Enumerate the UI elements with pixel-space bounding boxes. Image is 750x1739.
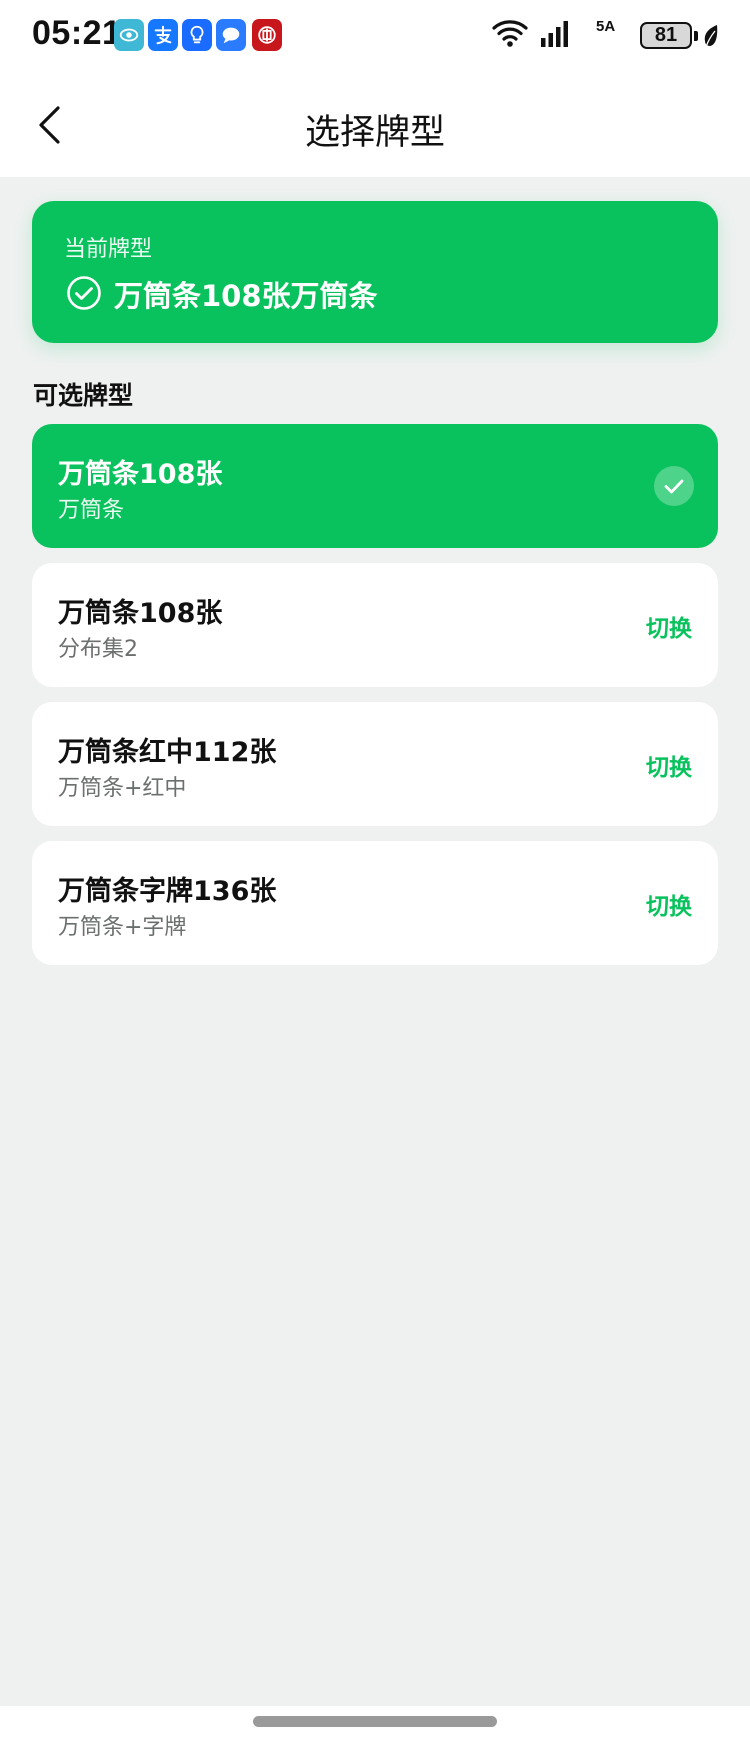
wifi-icon [492, 20, 528, 47]
switch-button[interactable]: 切换 [646, 887, 692, 921]
gesture-bar [0, 1706, 750, 1739]
eye-app-icon [114, 19, 144, 51]
switch-button[interactable]: 切换 [646, 609, 692, 643]
network-type-label: 5A [596, 18, 616, 35]
option-subtitle: 万筒条+字牌 [58, 915, 187, 940]
app-header: 选择牌型 [0, 72, 750, 177]
option-subtitle: 万筒条+红中 [58, 776, 187, 801]
bank-app-icon [252, 19, 282, 51]
current-type-label: 当前牌型 [64, 237, 153, 262]
current-type-value: 万筒条108张万筒条 [114, 279, 378, 313]
option-name: 万筒条字牌136张 [58, 876, 277, 907]
option-item[interactable]: 万筒条108张 分布集2 切换 [32, 563, 718, 687]
option-name: 万筒条红中112张 [58, 737, 277, 768]
switch-button[interactable]: 切换 [646, 748, 692, 782]
leaf-icon [704, 25, 718, 48]
option-name: 万筒条108张 [58, 459, 223, 490]
option-item[interactable]: 万筒条字牌136张 万筒条+字牌 切换 [32, 841, 718, 965]
bulb-app-icon [182, 19, 212, 51]
current-type-card: 当前牌型 万筒条108张万筒条 [32, 201, 718, 343]
selected-check-icon [654, 466, 694, 506]
status-time: 05:21 [32, 14, 122, 52]
option-subtitle: 万筒条 [58, 498, 125, 523]
check-circle-icon [67, 276, 101, 310]
signal-icon [541, 21, 568, 47]
battery-tip [694, 31, 698, 41]
option-item[interactable]: 万筒条红中112张 万筒条+红中 切换 [32, 702, 718, 826]
home-indicator[interactable] [253, 1716, 497, 1727]
status-bar: 05:21 5A 81 [0, 0, 750, 72]
alipay-icon [148, 19, 178, 51]
option-subtitle: 分布集2 [58, 637, 138, 662]
page-title: 选择牌型 [304, 113, 445, 153]
section-title: 可选牌型 [33, 381, 134, 410]
chat-app-icon [216, 19, 246, 51]
option-item[interactable]: 万筒条108张 万筒条 [32, 424, 718, 548]
option-name: 万筒条108张 [58, 598, 223, 629]
battery-indicator: 81 [640, 22, 692, 49]
